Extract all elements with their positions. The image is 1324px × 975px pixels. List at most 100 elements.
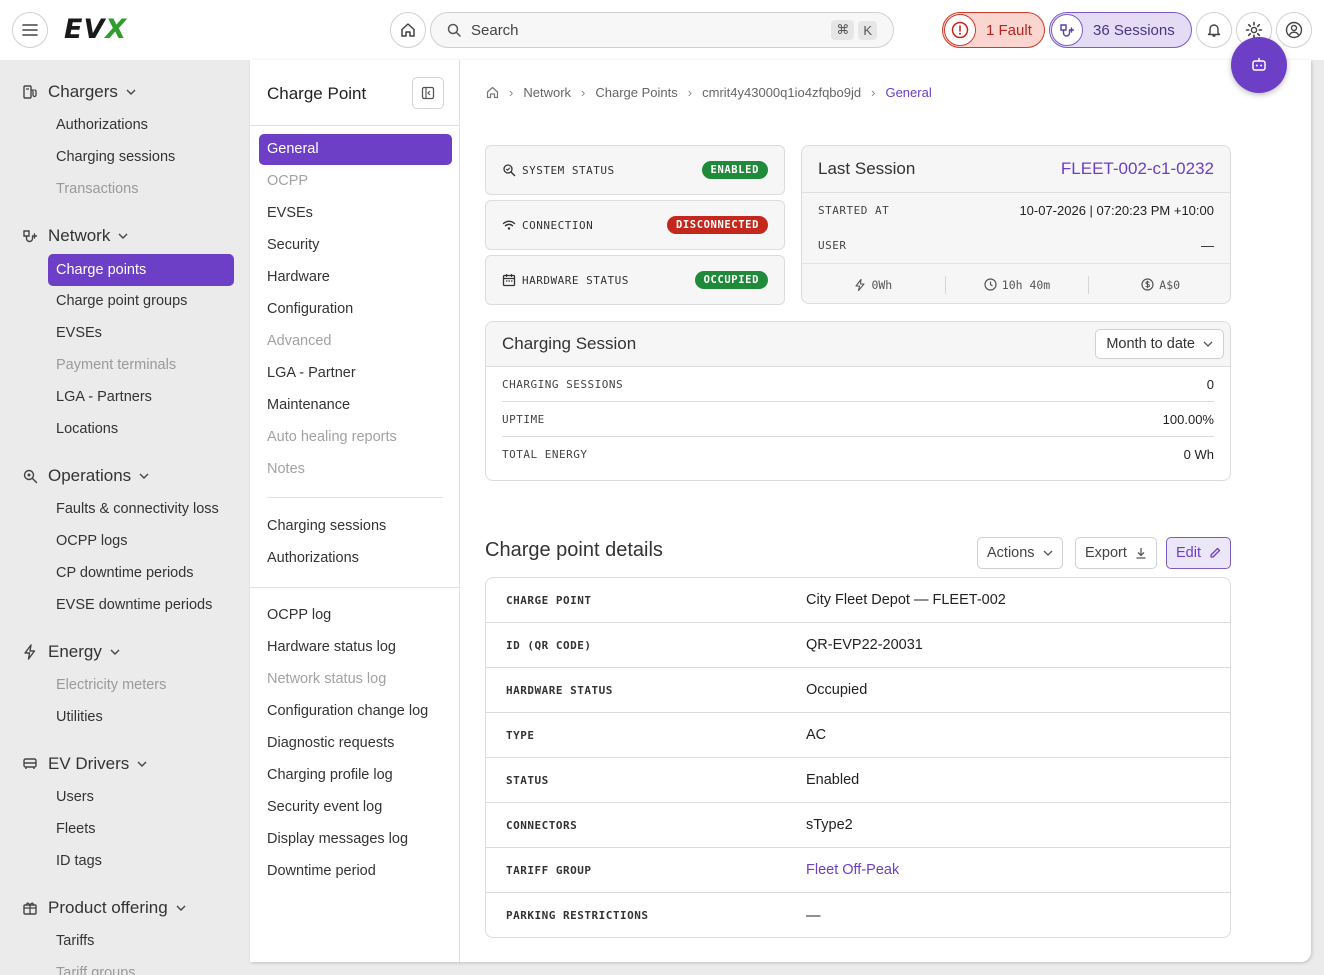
nav-item-fleets[interactable]: Fleets [56,821,96,837]
evx-logo[interactable]: EVX [64,14,127,45]
table-row: HARDWARE STATUS Occupied [486,668,1230,713]
nav-section-energy[interactable]: Energy [22,642,120,662]
breadcrumb-network[interactable]: Network [523,85,571,100]
subnav-item-diagnostic-requests[interactable]: Diagnostic requests [267,735,394,751]
nav-item-faults[interactable]: Faults & connectivity loss [56,501,219,517]
notifications-button[interactable] [1196,12,1232,48]
subnav-item-hardware[interactable]: Hardware [267,269,330,285]
chevron-down-icon [176,905,186,911]
nav-item-locations[interactable]: Locations [56,421,118,437]
nav-section-label: EV Drivers [48,754,130,773]
charging-session-card: Charging Session Month to date CHARGING … [485,321,1231,481]
breadcrumb-charge-point-id[interactable]: cmrit4y43000q1io4zfqbo9jd [702,85,861,100]
nav-section-ev-drivers[interactable]: EV Drivers [22,754,147,774]
breadcrumb-separator: › [581,85,586,100]
nav-section-operations[interactable]: Operations [22,466,149,486]
nav-item-users[interactable]: Users [56,789,94,805]
row-label: TARIFF GROUP [506,863,592,877]
nav-section-label: Operations [48,466,132,485]
robot-icon [1252,58,1266,71]
export-button[interactable]: Export [1075,537,1157,569]
breadcrumb: › Network › Charge Points › cmrit4y43000… [486,85,932,100]
subnav-item-evses[interactable]: EVSEs [267,205,313,221]
nav-item-electricity-meters[interactable]: Electricity meters [56,677,166,693]
subnav-item-charging-profile-log[interactable]: Charging profile log [267,767,393,783]
subnav-item-maintenance[interactable]: Maintenance [267,397,350,413]
row-value: Enabled [806,772,860,788]
subnav-item-auto-healing[interactable]: Auto healing reports [267,429,397,445]
subnav-item-authorizations[interactable]: Authorizations [267,550,359,566]
nav-section-chargers[interactable]: Chargers [22,82,136,102]
subnav-item-network-status-log[interactable]: Network status log [267,671,386,687]
nav-section-label: Chargers [48,82,118,101]
subnav-item-ocpp[interactable]: OCPP [267,173,308,189]
edit-label: Edit [1176,545,1201,561]
subnav-item-charging-sessions[interactable]: Charging sessions [267,518,386,534]
metric-value: 100.00% [1162,411,1214,427]
metric-label: UPTIME [502,412,545,426]
subnav-item-security[interactable]: Security [267,237,319,253]
subnav-item-notes[interactable]: Notes [267,461,305,477]
nav-item-authorizations[interactable]: Authorizations [56,117,148,133]
row-label: STATUS [506,773,549,787]
nav-item-lga-partners[interactable]: LGA - Partners [56,389,152,405]
metric-row: CHARGING SESSIONS 0 [502,367,1214,402]
nav-item-id-tags[interactable]: ID tags [56,853,102,869]
divider [267,497,443,498]
duration-value: 10h 40m [1001,277,1051,292]
nav-item-transactions[interactable]: Transactions [56,181,138,197]
edit-button[interactable]: Edit [1166,537,1231,569]
nav-item-evse-downtime[interactable]: EVSE downtime periods [56,597,212,613]
sessions-pill[interactable]: 36 Sessions [1049,12,1192,48]
subnav-item-ocpp-log[interactable]: OCPP log [267,607,331,623]
subnav-item-general[interactable]: General [259,134,452,165]
nav-item-charge-points[interactable]: Charge points [48,254,234,286]
nav-section-product-offering[interactable]: Product offering [22,898,186,918]
energy-value: 0Wh [871,277,893,292]
subnav-item-advanced[interactable]: Advanced [267,333,332,349]
charging-session-title: Charging Session [502,334,637,353]
nav-section-network[interactable]: Network [22,226,128,246]
last-session-link[interactable]: FLEET-002-c1-0232 [1061,159,1214,179]
period-select[interactable]: Month to date [1095,329,1224,359]
hardware-status-card: HARDWARE STATUS OCCUPIED [485,255,785,305]
subnav-item-configuration[interactable]: Configuration [267,301,353,317]
actions-label: Actions [987,545,1035,561]
nav-item-tariffs[interactable]: Tariffs [56,933,94,949]
subnav-item-display-messages-log[interactable]: Display messages log [267,831,408,847]
system-status-card: SYSTEM STATUS ENABLED [485,145,785,195]
sessions-label: 36 Sessions [1093,21,1175,39]
nav-item-tariff-groups[interactable]: Tariff groups [56,965,136,975]
home-icon[interactable] [486,86,499,99]
nav-item-charging-sessions[interactable]: Charging sessions [56,149,175,165]
menu-button[interactable] [12,12,48,48]
home-button[interactable] [390,12,426,48]
chevron-down-icon [137,761,147,767]
fault-pill[interactable]: 1 Fault [942,12,1045,48]
breadcrumb-charge-points[interactable]: Charge Points [595,85,677,100]
subnav-item-hardware-status-log[interactable]: Hardware status log [267,639,396,655]
nav-item-evses[interactable]: EVSEs [56,325,102,341]
actions-button[interactable]: Actions [977,537,1063,569]
nav-section-label: Product offering [48,898,168,917]
chevron-down-icon [118,233,128,239]
assistant-fab[interactable] [1231,37,1287,93]
charge-point-subnav: Charge Point General OCPP EVSEs Security… [250,60,460,962]
collapse-subnav-button[interactable] [412,77,444,109]
chevron-down-icon [1203,341,1213,347]
nav-item-cp-downtime[interactable]: CP downtime periods [56,565,194,581]
nav-item-charge-point-groups[interactable]: Charge point groups [56,293,187,309]
subnav-item-security-event-log[interactable]: Security event log [267,799,382,815]
nav-item-ocpp-logs[interactable]: OCPP logs [56,533,127,549]
search-input[interactable]: Search ⌘ K [430,12,894,48]
metric-row: UPTIME 100.00% [502,402,1214,437]
nav-item-payment-terminals[interactable]: Payment terminals [56,357,176,373]
user-value: — [1201,238,1214,253]
account-button[interactable] [1276,12,1312,48]
nav-item-utilities[interactable]: Utilities [56,709,103,725]
subnav-item-downtime-period[interactable]: Downtime period [267,863,376,879]
subnav-item-config-change-log[interactable]: Configuration change log [267,703,428,719]
subnav-item-lga-partner[interactable]: LGA - Partner [267,365,356,381]
tariff-group-link[interactable]: Fleet Off-Peak [806,862,899,878]
row-value: sType2 [806,817,853,833]
